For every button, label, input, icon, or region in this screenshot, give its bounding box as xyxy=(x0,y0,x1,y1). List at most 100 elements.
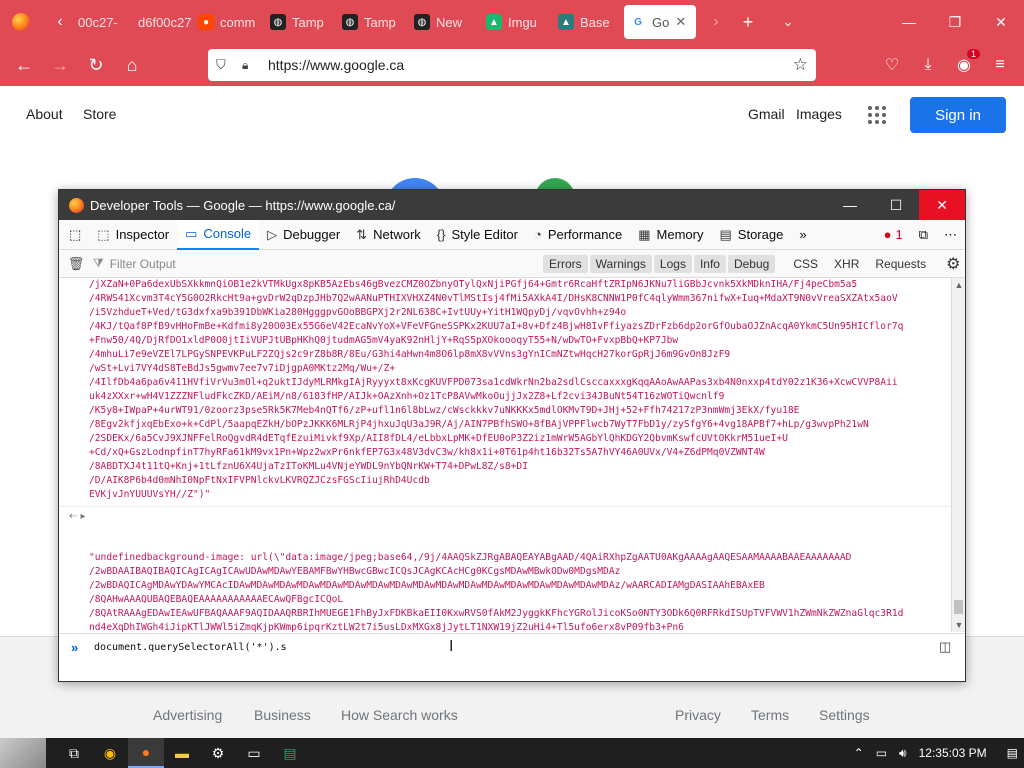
tracking-protection-shield-icon[interactable]: ⛉ xyxy=(216,57,232,73)
tab-scroll-right-icon[interactable]: › xyxy=(704,13,728,31)
google-apps-icon[interactable] xyxy=(868,106,886,124)
browser-tab[interactable]: G Go ✕ xyxy=(624,5,696,39)
browser-tab[interactable]: ▲ Imgu xyxy=(480,6,552,38)
filter-logs-button[interactable]: Logs xyxy=(653,254,692,273)
forward-button-icon[interactable]: → xyxy=(42,55,78,76)
editor-mode-toggle-icon[interactable]: ◫ xyxy=(939,639,951,655)
images-link[interactable]: Images xyxy=(796,106,842,122)
filter-warnings-button[interactable]: Warnings xyxy=(589,254,652,273)
devtools-minimize-icon[interactable]: — xyxy=(827,190,873,220)
notifications-icon[interactable]: ▤ xyxy=(1007,746,1018,760)
devtools-tab-storage[interactable]: ▤ Storage xyxy=(711,220,791,250)
devtools-titlebar[interactable]: Developer Tools — Google — https://www.g… xyxy=(59,190,965,220)
list-all-tabs-icon[interactable]: ⌄ xyxy=(768,14,808,30)
extension-badge: 1 xyxy=(966,49,980,59)
filter-xhr-button[interactable]: XHR xyxy=(828,255,865,273)
url-text[interactable]: https://www.google.ca xyxy=(268,57,793,73)
browser-tab[interactable]: ▲ Base xyxy=(552,6,624,38)
menu-hamburger-icon[interactable]: ≡ xyxy=(982,56,1018,74)
console-message-1: /jXZaN+0Pa6dexUbSXkkmnQiOB1e2kVTMkUgx8pK… xyxy=(59,278,951,502)
devtools-tab-memory[interactable]: ▦ Memory xyxy=(630,220,711,250)
scroll-up-icon[interactable]: ▲ xyxy=(952,280,966,290)
reload-button-icon[interactable]: ↻ xyxy=(78,55,114,76)
close-tab-icon[interactable]: ✕ xyxy=(675,14,686,30)
close-window-icon[interactable]: ✕ xyxy=(978,14,1024,31)
devtools-tab-performance[interactable]: ◔ Performance xyxy=(526,220,630,250)
new-tab-button[interactable]: + xyxy=(728,12,768,33)
more-tools-chevron-icon[interactable]: » xyxy=(791,220,814,250)
url-bar[interactable]: ⛉ 🔒︎ https://www.google.ca ☆ xyxy=(208,49,816,81)
tampermonkey-icon: ◍ xyxy=(342,14,358,30)
scrollbar-thumb[interactable] xyxy=(954,600,963,614)
devtools-tab-console[interactable]: ▭ Console xyxy=(177,219,260,250)
devtools-maximize-icon[interactable]: ☐ xyxy=(873,190,919,220)
element-picker-icon[interactable]: ⬚ xyxy=(59,220,89,250)
devtools-close-icon[interactable]: ✕ xyxy=(919,190,965,220)
filter-info-button[interactable]: Info xyxy=(693,254,726,273)
devtools-tab-network[interactable]: ⇅ Network xyxy=(348,220,429,250)
scroll-down-icon[interactable]: ▼ xyxy=(952,620,966,630)
console-output-line: /4RWS41Xcvm3T4cY5G0O2RkcHt9a+gvDrW2qDzpJ… xyxy=(89,293,898,304)
dock-options-icon[interactable]: ⧉ xyxy=(911,220,936,250)
downloads-icon[interactable]: ⤓ xyxy=(910,56,946,74)
devtools-tab-inspector[interactable]: ⬚ Inspector xyxy=(89,220,177,250)
sign-in-button[interactable]: Sign in xyxy=(910,97,1006,133)
console-input[interactable]: » document.querySelectorAll('*').s I ◫ xyxy=(59,633,965,681)
browser-tab[interactable]: d6f00c27- xyxy=(132,6,192,38)
devtools-tab-label: Debugger xyxy=(283,227,341,242)
filter-output-input[interactable]: ⧩ Filter Output xyxy=(93,253,543,275)
filter-debug-button[interactable]: Debug xyxy=(727,254,776,273)
extension-tampermonkey-icon[interactable]: ◉ 1 xyxy=(946,49,982,75)
about-link[interactable]: About xyxy=(26,106,63,122)
browser-tab[interactable]: ● comm xyxy=(192,6,264,38)
terminal-icon[interactable]: ▭ xyxy=(236,738,272,768)
clear-console-trash-icon[interactable]: 🗑︎ xyxy=(59,256,93,272)
browser-tab[interactable]: 00c27- xyxy=(72,6,132,38)
app-gear-icon[interactable]: ⚙ xyxy=(200,738,236,768)
browser-tab[interactable]: ◍ Tamp xyxy=(264,6,336,38)
console-output[interactable]: /jXZaN+0Pa6dexUbSXkkmnQiOB1e2kVTMkUgx8pK… xyxy=(59,278,951,632)
back-button-icon[interactable]: ← xyxy=(6,55,42,76)
devtools-menu-icon[interactable]: ⋯ xyxy=(936,220,965,250)
footer-settings-link[interactable]: Settings xyxy=(819,707,870,723)
filter-requests-button[interactable]: Requests xyxy=(869,255,932,273)
devtools-tab-debugger[interactable]: ▷ Debugger xyxy=(259,220,348,250)
devtools-tab-style-editor[interactable]: {} Style Editor xyxy=(429,220,526,250)
result-arrow-icon: ⇠ ▸ xyxy=(69,511,86,522)
tray-chevron-icon[interactable]: ⌃ xyxy=(854,746,864,760)
task-view-icon[interactable]: ⧉ xyxy=(56,738,92,768)
footer-business-link[interactable]: Business xyxy=(254,707,311,723)
gmail-link[interactable]: Gmail xyxy=(748,106,785,122)
pocket-icon[interactable]: ♡ xyxy=(874,55,910,75)
footer-advertising-link[interactable]: Advertising xyxy=(153,707,222,723)
file-explorer-icon[interactable]: ▬ xyxy=(164,738,200,768)
filter-errors-button[interactable]: Errors xyxy=(543,254,588,273)
spreadsheet-icon[interactable]: ▤ xyxy=(272,738,308,768)
filter-css-button[interactable]: CSS xyxy=(787,255,824,273)
console-scrollbar[interactable]: ▲ ▼ xyxy=(951,278,965,632)
restore-window-icon[interactable]: ❐ xyxy=(932,14,978,31)
error-icon: ● xyxy=(883,227,892,242)
browser-tab[interactable]: ◍ New xyxy=(408,6,480,38)
tab-scroll-left-icon[interactable]: ‹ xyxy=(48,13,72,31)
bookmark-star-icon[interactable]: ☆ xyxy=(793,55,808,75)
lock-icon[interactable]: 🔒︎ xyxy=(242,58,258,73)
minimize-window-icon[interactable]: — xyxy=(886,14,932,30)
volume-icon[interactable]: 🔊︎ xyxy=(899,746,907,761)
user-avatar[interactable] xyxy=(0,738,46,768)
browser-tab[interactable]: ◍ Tamp xyxy=(336,6,408,38)
console-output-line: /2wBDAQICAgMDAwYDAwYMCAcIDAwMDAwMDAwMDAw… xyxy=(89,580,765,591)
error-count-indicator[interactable]: ● 1 xyxy=(876,220,911,250)
console-settings-gear-icon[interactable]: ⚙ xyxy=(946,254,960,274)
filter-placeholder: Filter Output xyxy=(109,256,176,271)
clock[interactable]: 12:35:03 PM xyxy=(919,746,987,760)
console-command-text[interactable]: document.querySelectorAll('*').s xyxy=(94,642,287,653)
home-button-icon[interactable]: ⌂ xyxy=(114,55,150,76)
firefox-taskbar-icon[interactable]: ● xyxy=(128,738,164,768)
footer-privacy-link[interactable]: Privacy xyxy=(675,707,721,723)
network-icon[interactable]: ▭ xyxy=(876,746,887,760)
chrome-icon[interactable]: ◉ xyxy=(92,738,128,768)
store-link[interactable]: Store xyxy=(83,106,116,122)
footer-how-search-works-link[interactable]: How Search works xyxy=(341,707,458,723)
footer-terms-link[interactable]: Terms xyxy=(751,707,789,723)
